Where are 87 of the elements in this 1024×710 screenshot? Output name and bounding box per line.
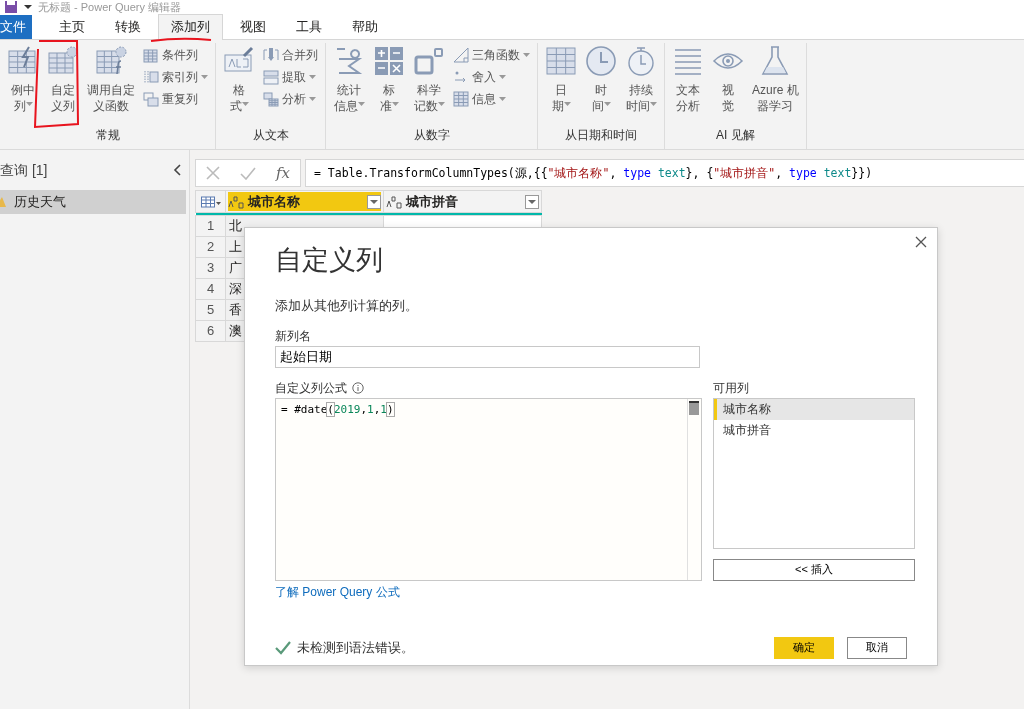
group-label: 从文本 <box>251 127 290 143</box>
text-type-icon <box>386 194 402 209</box>
group-label: 从数字 <box>412 127 451 143</box>
formula-field[interactable]: = Table.TransformColumnTypes(源,{{"城市名称", type text}, {"城市拼音", type text}}) <box>305 159 1024 187</box>
info-table-icon <box>453 91 469 107</box>
ribbon-button[interactable]: 例中 列 <box>4 43 42 127</box>
row-number: 2 <box>195 236 226 258</box>
exponent-icon <box>413 45 445 77</box>
table-gear-icon <box>47 45 79 77</box>
ok-button[interactable]: 确定 <box>774 636 834 659</box>
ribbon-button[interactable]: 格 式 <box>220 43 258 127</box>
ribbon-button[interactable]: 标 准 <box>370 43 408 127</box>
row-number: 1 <box>195 215 226 237</box>
ribbon-tab[interactable]: 主页 <box>46 14 98 39</box>
caret-icon[interactable] <box>24 4 32 10</box>
ribbon-button[interactable]: 提取 <box>260 67 321 87</box>
ribbon-tab[interactable]: 添加列 <box>158 14 223 40</box>
row-number: 3 <box>195 257 226 279</box>
collapse-icon[interactable] <box>173 164 181 176</box>
column-item[interactable]: 城市名称 <box>714 398 914 420</box>
calculator-icon <box>373 45 405 77</box>
clock-icon <box>585 45 617 77</box>
column-item[interactable]: 城市拼音 <box>714 419 914 441</box>
merge-icon <box>263 47 279 63</box>
info-icon[interactable] <box>352 381 364 394</box>
scrollbar-thumb[interactable] <box>689 400 699 415</box>
function-button[interactable]: fx <box>275 161 290 185</box>
column-name-field[interactable]: 起始日期 <box>275 345 700 368</box>
query-item[interactable]: 历史天气 <box>0 190 186 214</box>
ribbon-button[interactable]: 索引列 <box>140 67 211 87</box>
ribbon-button[interactable]: 分析 <box>260 89 321 109</box>
file-menu-button[interactable]: 文件 <box>0 15 32 39</box>
extract-icon <box>263 69 279 85</box>
queries-title: 查询 [1] <box>0 160 48 180</box>
ribbon-tab[interactable]: 转换 <box>102 14 154 39</box>
ribbon-tab[interactable]: 工具 <box>283 14 335 39</box>
text-type-icon <box>228 194 244 209</box>
ribbon-button[interactable]: 科学 记数 <box>410 43 448 127</box>
ribbon-button[interactable]: 重复列 <box>140 89 211 109</box>
close-button[interactable] <box>915 236 927 248</box>
calendar-icon <box>545 45 577 77</box>
ribbon-button[interactable]: 舍入 <box>450 67 533 87</box>
ribbon-tab[interactable]: 视图 <box>227 14 279 39</box>
hand-drawn-underline-annotation <box>150 37 212 43</box>
help-link[interactable]: 了解 Power Query 公式 <box>275 582 400 601</box>
ribbon-button[interactable]: Azure 机 器学习 <box>749 43 802 127</box>
group-label: AI 见解 <box>715 127 756 143</box>
checkmark-icon <box>275 640 291 655</box>
ribbon-tab[interactable]: 帮助 <box>339 14 391 39</box>
ribbon-button[interactable]: 三角函数 <box>450 45 533 65</box>
status-message: 未检测到语法错误。 <box>297 638 414 657</box>
filter-dropdown-icon[interactable] <box>367 194 381 209</box>
ribbon-button[interactable]: 信息 <box>450 89 533 109</box>
group-label: 常规 <box>94 127 121 143</box>
group-label: 从日期和时间 <box>564 127 638 143</box>
ribbon-button[interactable]: 条件列 <box>140 45 211 65</box>
ribbon-button[interactable]: 自定 义列 <box>44 43 82 127</box>
ribbon-button[interactable]: 视 觉 <box>709 43 747 127</box>
ribbon-button[interactable]: 日 期 <box>542 43 580 127</box>
ribbon-button[interactable]: 文本 分析 <box>669 43 707 127</box>
ribbon-button[interactable]: 持续 时间 <box>622 43 660 127</box>
table-function-icon <box>95 45 127 77</box>
warning-icon <box>0 196 6 208</box>
ribbon-button[interactable]: 调用自定 义函数 <box>84 43 138 127</box>
ribbon-button[interactable]: 统计 信息 <box>330 43 368 127</box>
parse-icon <box>263 91 279 107</box>
table-icon <box>143 47 159 63</box>
field-label: 自定义列公式 <box>275 379 347 396</box>
field-label: 可用列 <box>713 379 749 396</box>
ribbon-button[interactable]: 时 间 <box>582 43 620 127</box>
field-label: 新列名 <box>275 327 311 344</box>
filter-dropdown-icon[interactable] <box>525 194 539 209</box>
table-menu-icon[interactable] <box>200 196 221 209</box>
insert-button[interactable]: << 插入 <box>713 558 915 581</box>
cancel-button[interactable]: 取消 <box>847 636 907 659</box>
check-icon[interactable] <box>239 166 256 180</box>
table-lightning-icon <box>7 45 39 77</box>
stopwatch-icon <box>625 45 657 77</box>
window-title: 无标题 - Power Query 编辑器 <box>38 1 182 13</box>
triangle-icon <box>453 47 469 63</box>
save-icon[interactable] <box>4 1 18 13</box>
row-number: 5 <box>195 299 226 321</box>
row-number: 4 <box>195 278 226 300</box>
ribbon-button[interactable]: 合并列 <box>260 45 321 65</box>
duplicate-icon <box>143 91 159 107</box>
index-column-icon <box>143 69 159 85</box>
row-number: 6 <box>195 320 226 342</box>
